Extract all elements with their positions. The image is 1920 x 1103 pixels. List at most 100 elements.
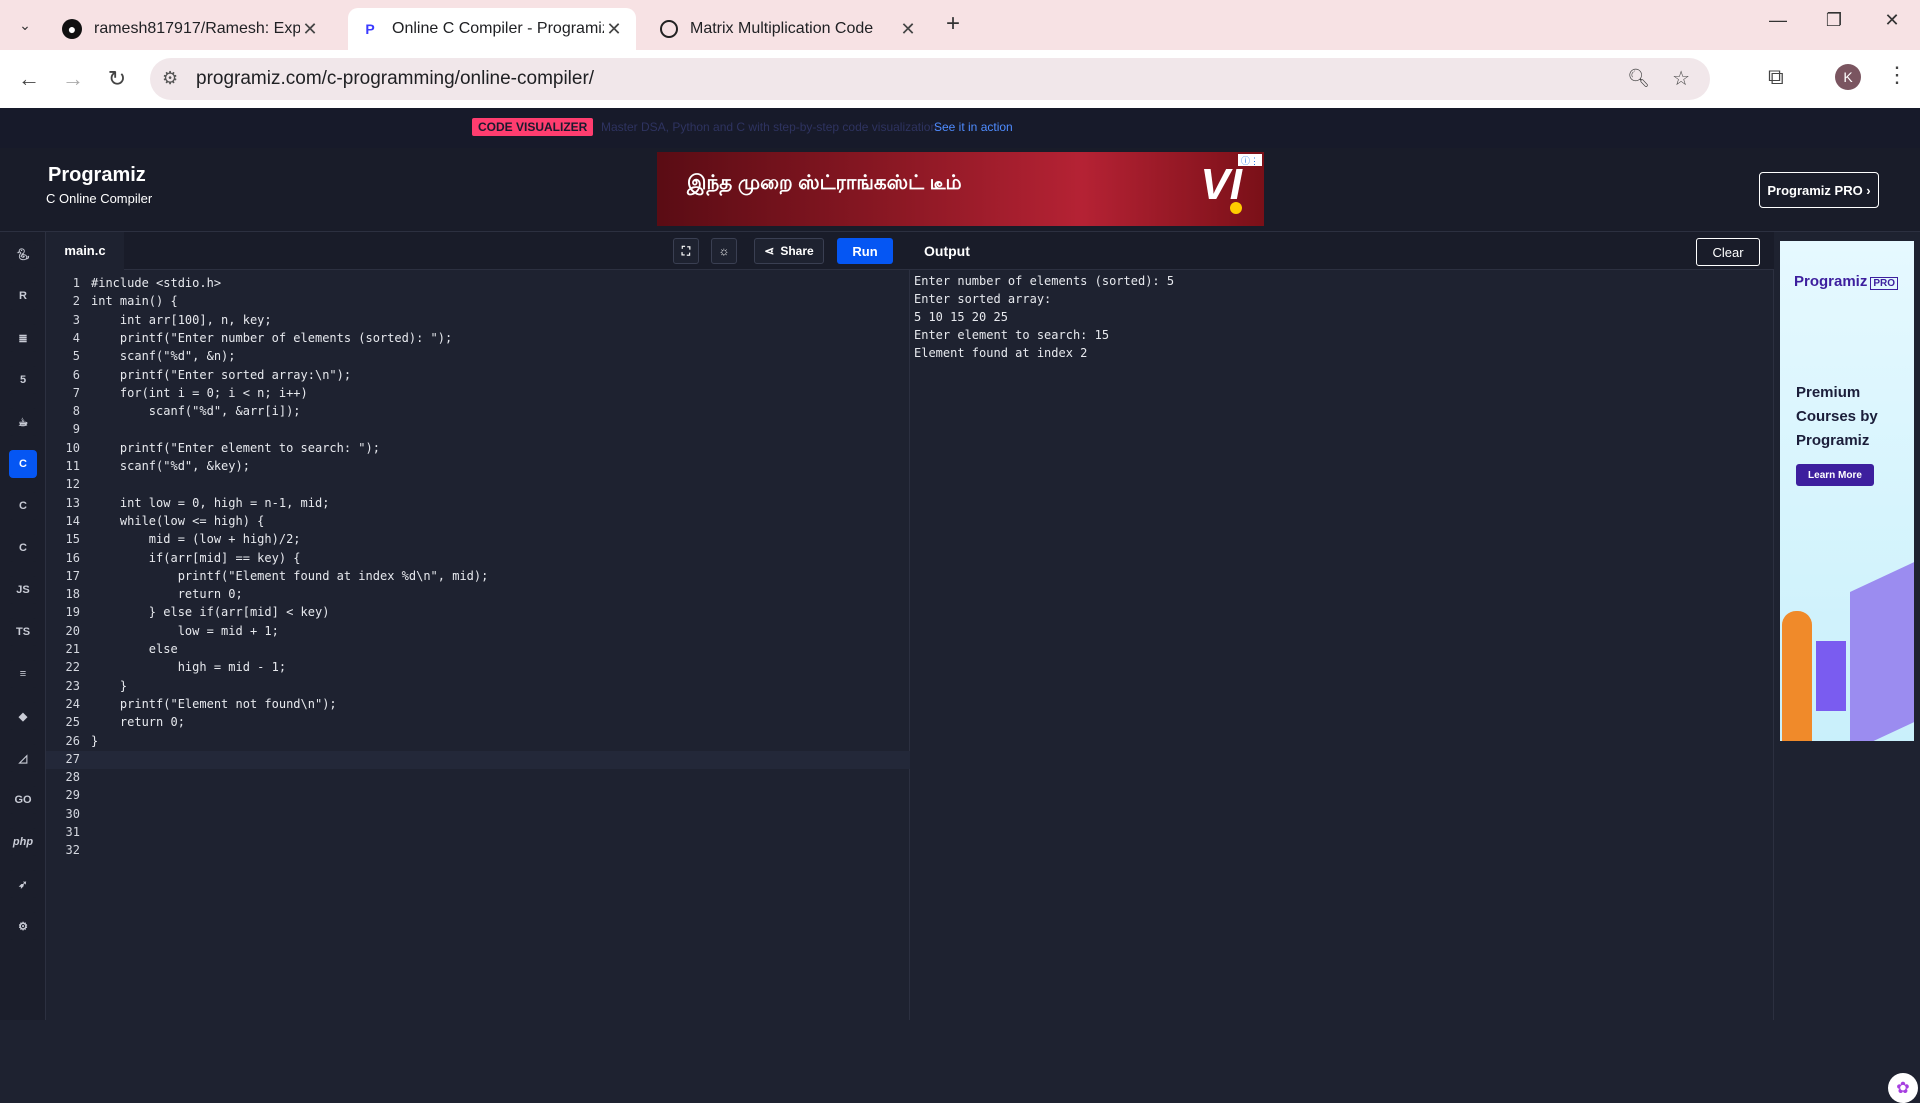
- line-number: 4: [72, 330, 80, 345]
- profile-avatar[interactable]: K: [1835, 64, 1861, 90]
- zoom-icon[interactable]: 🔍︎: [1627, 68, 1650, 89]
- output-title: Output: [924, 243, 970, 259]
- run-button[interactable]: Run: [837, 238, 893, 264]
- sql-icon[interactable]: ≣: [9, 324, 37, 352]
- code-line: int arr[100], n, key;: [91, 312, 272, 327]
- code-line: mid = (low + high)/2;: [91, 532, 301, 547]
- line-number: 12: [65, 477, 80, 492]
- side-ad-headline: Premium Courses by Programiz: [1796, 384, 1878, 449]
- books-illustration: [1816, 641, 1846, 711]
- promo-strip: CODE VISUALIZER Master DSA, Python and C…: [0, 108, 1920, 148]
- output-toolbar: Output Clear: [910, 232, 1774, 270]
- reload-icon[interactable]: ↻: [102, 66, 132, 92]
- code-line: printf("Enter sorted array:\n");: [91, 367, 352, 382]
- code-line: printf("Element found at index %d\n", mi…: [91, 568, 489, 583]
- c-icon[interactable]: C: [9, 450, 37, 478]
- line-number: 30: [65, 806, 80, 821]
- line-number: 8: [72, 404, 80, 419]
- code-visualizer-badge[interactable]: CODE VISUALIZER: [472, 118, 594, 136]
- html-icon[interactable]: 5: [9, 366, 37, 394]
- help-widget-icon[interactable]: ✿: [1888, 1073, 1918, 1103]
- restore-icon[interactable]: ❐: [1814, 10, 1854, 31]
- code-line: }: [91, 733, 99, 748]
- golang-icon[interactable]: GO: [9, 786, 37, 814]
- line-number: 19: [65, 605, 80, 620]
- code-line: if(arr[mid] == key) {: [91, 550, 301, 565]
- line-number: 13: [65, 495, 80, 510]
- swift-icon[interactable]: ➶: [9, 870, 37, 898]
- cpp-icon[interactable]: C: [9, 492, 37, 520]
- openai-icon: [660, 20, 678, 38]
- line-number: 7: [72, 385, 80, 400]
- browser-tab-github[interactable]: ● ramesh817917/Ramesh: Experin ✕: [50, 8, 332, 50]
- php-icon[interactable]: php: [9, 828, 37, 856]
- line-number: 27: [65, 751, 80, 766]
- python-icon[interactable]: 🐍︎: [9, 240, 37, 268]
- fullscreen-icon[interactable]: ⛶: [673, 238, 699, 264]
- close-icon[interactable]: ✕: [898, 19, 918, 40]
- code-line: scanf("%d", &n);: [91, 349, 236, 364]
- line-number: 1: [72, 276, 80, 290]
- language-sidebar: 🐍︎ R ≣ 5 ☕︎ C C C JS TS ≡ ◆ ◿ GO php ➶ ⚙: [0, 232, 46, 1020]
- theme-toggle-icon[interactable]: ☼: [711, 238, 737, 264]
- site-info-icon[interactable]: ⚙: [162, 68, 178, 89]
- promo-text: Master DSA, Python and C with step-by-st…: [601, 120, 941, 134]
- rust-icon[interactable]: ⚙: [9, 912, 37, 940]
- github-icon: ●: [62, 19, 82, 39]
- back-icon[interactable]: ←: [14, 66, 44, 92]
- site-header: Programiz C Online Compiler இந்த முறை ஸ்…: [0, 148, 1920, 232]
- go-icon[interactable]: ≡: [9, 660, 37, 688]
- code-line: while(low <= high) {: [91, 513, 265, 528]
- minimize-icon[interactable]: —: [1758, 10, 1798, 31]
- close-window-icon[interactable]: ✕: [1872, 10, 1912, 31]
- close-icon[interactable]: ✕: [604, 19, 624, 40]
- code-line: int main() {: [91, 294, 178, 309]
- line-number: 32: [65, 843, 80, 858]
- csharp-icon[interactable]: C: [9, 534, 37, 562]
- code-line: for(int i = 0; i < n; i++): [91, 385, 308, 400]
- java-icon[interactable]: ☕︎: [9, 408, 37, 436]
- share-button[interactable]: ⋖ Share: [754, 238, 824, 264]
- close-icon[interactable]: ✕: [300, 19, 320, 40]
- r-icon[interactable]: R: [9, 282, 37, 310]
- browser-tab-programiz[interactable]: P Online C Compiler - Programiz ✕: [348, 8, 636, 50]
- bookmark-star-icon[interactable]: ☆: [1672, 66, 1690, 91]
- forward-icon[interactable]: →: [58, 66, 88, 92]
- line-number: 6: [72, 367, 80, 382]
- adchoices-icon[interactable]: ⓘ⋮: [1238, 154, 1262, 166]
- clear-button[interactable]: Clear: [1696, 238, 1760, 266]
- code-line: int low = 0, high = n-1, mid;: [91, 495, 330, 510]
- extensions-icon[interactable]: ⧉: [1768, 64, 1784, 90]
- url-bar[interactable]: ⚙ programiz.com/c-programming/online-com…: [150, 58, 1710, 100]
- programiz-logo[interactable]: Programiz C Online Compiler: [46, 164, 152, 206]
- ts-icon[interactable]: TS: [9, 618, 37, 646]
- tab-title: ramesh817917/Ramesh: Experin: [94, 20, 300, 37]
- js-icon[interactable]: JS: [9, 576, 37, 604]
- browser-tab-bar: ⌄ ● ramesh817917/Ramesh: Experin ✕ P Onl…: [0, 0, 1920, 50]
- promo-link[interactable]: See it in action: [934, 120, 1013, 134]
- programiz-icon: P: [365, 21, 375, 37]
- ruby-icon[interactable]: ◆: [9, 702, 37, 730]
- tab-search-button[interactable]: ⌄: [12, 12, 38, 38]
- tab-title: Online C Compiler - Programiz: [392, 20, 604, 37]
- new-tab-button[interactable]: +: [946, 10, 960, 38]
- share-icon: ⋖: [764, 244, 775, 258]
- output-console[interactable]: Enter number of elements (sorted): 5 Ente…: [914, 272, 1174, 362]
- line-number: 25: [65, 715, 80, 730]
- side-ad-brand-tag: PRO: [1870, 277, 1899, 290]
- learn-more-button[interactable]: Learn More: [1796, 464, 1874, 486]
- browser-tab-chatgpt[interactable]: Matrix Multiplication Code ✕: [648, 8, 930, 50]
- url-text: programiz.com/c-programming/online-compi…: [196, 68, 595, 89]
- file-tab-main-c[interactable]: main.c: [46, 232, 124, 270]
- line-number: 9: [72, 422, 80, 437]
- line-number: 5: [72, 349, 80, 364]
- side-ad[interactable]: Programiz PRO Premium Courses by Programi…: [1780, 241, 1914, 741]
- ad-banner[interactable]: இந்த முறை ஸ்ட்ராங்கஸ்ட் டீம் VI ⓘ⋮: [657, 152, 1264, 226]
- logo-text: Programiz: [48, 164, 146, 186]
- code-line: #include <stdio.h>: [91, 276, 222, 290]
- programiz-pro-button[interactable]: Programiz PRO ›: [1759, 172, 1879, 208]
- menu-icon[interactable]: ⋮: [1886, 62, 1908, 88]
- code-editor-panel: main.c ⛶ ☼ ⋖ Share Run 1 #include <stdio.…: [46, 232, 910, 1020]
- scala-icon[interactable]: ◿: [9, 744, 37, 772]
- code-area[interactable]: 1 #include <stdio.h> 2 int main() {3 int ar…: [46, 272, 910, 1012]
